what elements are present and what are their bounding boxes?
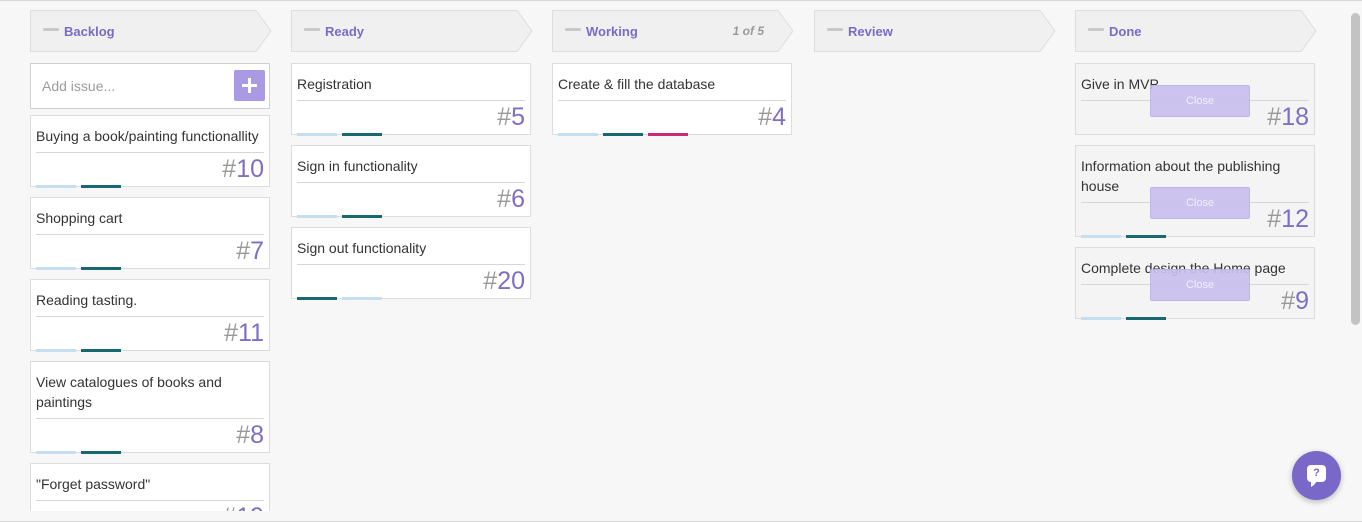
issue-card[interactable]: Create & fill the database #4 <box>552 63 792 136</box>
card-title: Registration <box>297 76 372 92</box>
issue-card[interactable]: Complete design the Home page #9 Close <box>1075 247 1315 320</box>
add-issue-form <box>30 63 270 109</box>
card-title: Sign out functionality <box>297 240 427 256</box>
kanban-board: Backlog Buying a book/painting functiona… <box>0 5 1348 511</box>
plus-icon[interactable] <box>234 70 265 101</box>
column-header-working[interactable]: Working 1 of 5 <box>552 10 794 52</box>
column-review: Review <box>814 10 1056 52</box>
issue-card[interactable]: Registration #5 <box>291 63 531 136</box>
column-ready: Ready Registration #5 Sign in functional… <box>291 10 533 300</box>
column-header-ready[interactable]: Ready <box>291 10 533 52</box>
card-number: #18 <box>1267 103 1309 131</box>
card-divider <box>297 100 525 101</box>
card-list-working: Create & fill the database #4 <box>552 63 792 145</box>
issue-card[interactable]: "Forget password" #19 <box>30 463 270 511</box>
card-title: Reading tasting. <box>36 292 138 308</box>
column-title: Review <box>848 24 893 39</box>
card-number: #12 <box>1267 205 1309 233</box>
card-divider <box>558 100 786 101</box>
card-number: #19 <box>222 503 264 511</box>
issue-card[interactable]: Shopping cart #7 <box>30 197 270 270</box>
issue-card[interactable]: Buying a book/painting functionallity #1… <box>30 115 270 188</box>
card-title: Buying a book/painting functionallity <box>36 128 259 144</box>
issue-card[interactable]: Sign in functionality #6 <box>291 145 531 218</box>
card-list-ready: Registration #5 Sign in functionality #6… <box>291 63 531 309</box>
column-working: Working 1 of 5 Create & fill the databas… <box>552 10 794 136</box>
issue-card[interactable]: Give in MVP #18 Close <box>1075 63 1315 135</box>
card-divider <box>36 234 264 235</box>
column-title: Done <box>1109 24 1142 39</box>
close-issue-button[interactable]: Close <box>1150 85 1250 117</box>
issue-card[interactable]: Sign out functionality #20 <box>291 227 531 300</box>
column-header-review[interactable]: Review <box>814 10 1056 52</box>
column-title: Backlog <box>64 24 115 39</box>
card-title: "Forget password" <box>36 476 151 492</box>
card-title: Sign in functionality <box>297 158 418 174</box>
minus-icon[interactable] <box>565 28 581 31</box>
card-divider <box>36 152 264 153</box>
card-divider <box>297 182 525 183</box>
card-divider <box>36 418 264 419</box>
card-number: #5 <box>497 103 525 131</box>
card-title: View catalogues of books and paintings <box>36 374 222 410</box>
wip-limit: 1 of 5 <box>732 24 764 38</box>
issue-card[interactable]: Reading tasting. #11 <box>30 279 270 352</box>
add-issue-input[interactable] <box>32 65 232 107</box>
card-number: #8 <box>236 421 264 449</box>
question-bubble-icon: ? <box>1307 465 1326 487</box>
card-number: #6 <box>497 185 525 213</box>
column-backlog: Backlog Buying a book/painting functiona… <box>30 10 272 511</box>
card-title: Create & fill the database <box>558 76 716 92</box>
close-issue-button[interactable]: Close <box>1150 269 1250 301</box>
card-number: #20 <box>483 267 525 295</box>
card-list-backlog: Buying a book/painting functionallity #1… <box>30 63 270 511</box>
card-number: #7 <box>236 237 264 265</box>
minus-icon[interactable] <box>827 28 843 31</box>
card-divider <box>36 316 264 317</box>
card-number: #4 <box>758 103 786 131</box>
card-number: #10 <box>222 155 264 183</box>
column-header-done[interactable]: Done <box>1075 10 1317 52</box>
column-title: Ready <box>325 24 365 39</box>
card-number: #9 <box>1281 287 1309 315</box>
card-divider <box>297 264 525 265</box>
close-issue-button[interactable]: Close <box>1150 187 1250 219</box>
minus-icon[interactable] <box>43 28 59 31</box>
minus-icon[interactable] <box>1088 28 1104 31</box>
issue-card[interactable]: View catalogues of books and paintings #… <box>30 361 270 454</box>
card-list-done: Give in MVP #18 Close Information about … <box>1075 63 1315 329</box>
vertical-scrollbar[interactable] <box>1351 9 1360 514</box>
card-title: Shopping cart <box>36 210 123 226</box>
column-header-backlog[interactable]: Backlog <box>30 10 272 52</box>
issue-card[interactable]: Information about the publishing house #… <box>1075 145 1315 238</box>
help-button[interactable]: ? <box>1292 451 1341 500</box>
minus-icon[interactable] <box>304 28 320 31</box>
card-divider <box>36 500 264 501</box>
card-number: #11 <box>224 319 264 347</box>
column-title: Working <box>586 24 638 39</box>
scrollbar-thumb[interactable] <box>1351 13 1360 325</box>
column-done: Done Give in MVP #18 Close Information a… <box>1075 10 1317 320</box>
